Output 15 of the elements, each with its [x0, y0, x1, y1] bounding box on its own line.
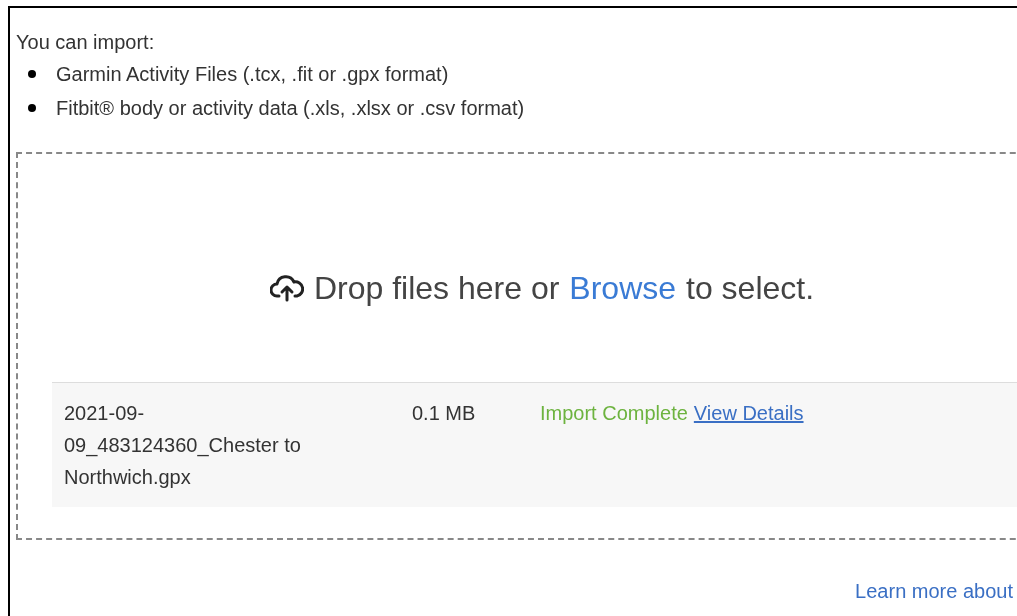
intro-text: You can import:: [16, 30, 156, 55]
file-size: 0.1 MB: [412, 401, 477, 426]
learn-more-link[interactable]: Learn more about: [855, 576, 1013, 606]
format-item: Garmin Activity Files (.tcx, .fit or .gpx format): [56, 62, 449, 87]
bullet-icon: [28, 104, 36, 112]
drop-instruction: Drop files here or: [313, 269, 560, 308]
cloud-upload-icon: [269, 274, 304, 302]
drop-instruction: to select.: [686, 269, 815, 308]
browse-link[interactable]: Browse: [569, 264, 677, 312]
file-name: 2021-09-09_483124360_Chester to Northwich.gpx: [64, 401, 302, 490]
drop-zone[interactable]: Drop files here or Browse to select. 2021-09-09_483124360_Chester to Northwich.gpx 0.1 MB Import Complete View Details: [16, 152, 1017, 540]
view-details-link[interactable]: View Details: [693, 397, 804, 429]
format-item: Fitbit® body or activity data (.xls, .xlsx or .csv format): [56, 96, 525, 121]
import-status: Import Complete: [540, 401, 688, 426]
bullet-icon: [28, 70, 36, 78]
